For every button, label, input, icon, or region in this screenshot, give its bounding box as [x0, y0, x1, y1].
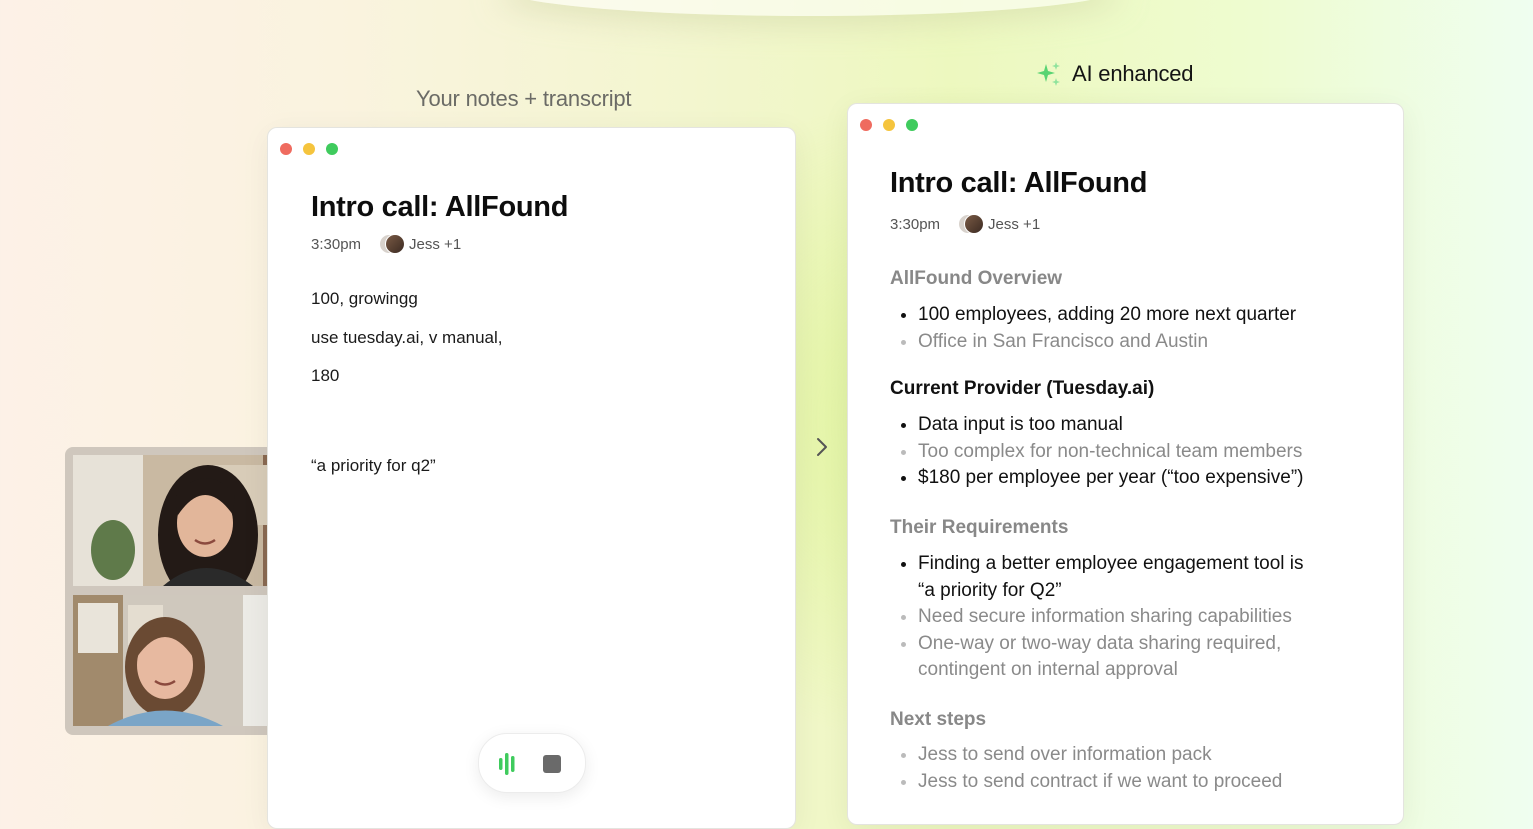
section-heading-next-steps: Next steps: [890, 709, 987, 730]
notes-window: Intro call: AllFound 3:30pm Jess +1 100,…: [267, 127, 796, 829]
list-item[interactable]: Jess to send contract if we want to proc…: [890, 769, 1350, 796]
avatar: [964, 214, 985, 234]
window-controls: [860, 119, 918, 131]
section-heading-provider: Current Provider (Tuesday.ai): [890, 378, 1155, 399]
attendee-list[interactable]: Jess +1: [988, 216, 1040, 233]
section-heading-overview: AllFound Overview: [890, 268, 1063, 289]
note-meta: 3:30pm Jess +1: [311, 234, 461, 254]
caption-your-notes: Your notes + transcript: [416, 86, 632, 111]
attendee-list[interactable]: Jess +1: [409, 236, 461, 253]
note-line[interactable]: 180: [311, 366, 339, 386]
section-list-next-steps: Jess to send over information pack Jess …: [890, 742, 1350, 795]
meeting-time: 3:30pm: [311, 235, 362, 253]
meeting-time: 3:30pm: [890, 215, 941, 233]
section-list-provider: Data input is too manual Too complex for…: [890, 412, 1350, 492]
close-window-button[interactable]: [860, 119, 872, 131]
sparkle-icon: [1037, 62, 1060, 86]
attendee-avatars[interactable]: [379, 234, 406, 254]
note-line[interactable]: 100, growingg: [311, 289, 418, 309]
list-item[interactable]: Need secure information sharing capabili…: [890, 604, 1320, 631]
caption-ai-enhanced-label: AI enhanced: [1072, 61, 1194, 86]
maximize-window-button[interactable]: [906, 119, 918, 131]
section-list-requirements: Finding a better employee engagement too…: [890, 551, 1320, 684]
list-item[interactable]: Too complex for non-technical team membe…: [890, 439, 1350, 466]
minimize-window-button[interactable]: [883, 119, 895, 131]
list-item[interactable]: Finding a better employee engagement too…: [890, 551, 1320, 604]
list-item[interactable]: 100 employees, adding 20 more next quart…: [890, 302, 1350, 329]
recording-controls: [478, 733, 586, 793]
list-item[interactable]: Data input is too manual: [890, 412, 1350, 439]
section-heading-requirements: Their Requirements: [890, 517, 1069, 538]
note-line[interactable]: use tuesday.ai, v manual,: [311, 328, 503, 348]
list-item[interactable]: Jess to send over information pack: [890, 742, 1350, 769]
note-line[interactable]: “a priority for q2”: [311, 456, 436, 476]
audio-bars-icon[interactable]: [499, 753, 519, 775]
list-item[interactable]: One-way or two-way data sharing required…: [890, 631, 1320, 684]
minimize-window-button[interactable]: [303, 143, 315, 155]
maximize-window-button[interactable]: [326, 143, 338, 155]
window-controls: [280, 143, 338, 155]
enhanced-note-title: Intro call: AllFound: [890, 167, 1148, 199]
enhanced-note-meta: 3:30pm Jess +1: [890, 214, 1040, 234]
stop-icon[interactable]: [543, 755, 561, 773]
note-title: Intro call: AllFound: [311, 191, 569, 223]
attendee-avatars[interactable]: [958, 214, 985, 234]
enhanced-notes-window: Intro call: AllFound 3:30pm Jess +1 AllF…: [847, 103, 1404, 825]
section-list-overview: 100 employees, adding 20 more next quart…: [890, 302, 1350, 355]
avatar: [385, 234, 406, 254]
chevron-right-icon: [817, 438, 827, 456]
list-item[interactable]: $180 per employee per year (“too expensi…: [890, 465, 1350, 492]
close-window-button[interactable]: [280, 143, 292, 155]
caption-ai-enhanced: AI enhanced: [1036, 61, 1194, 87]
decorative-glow: [500, 0, 1120, 16]
list-item[interactable]: Office in San Francisco and Austin: [890, 329, 1350, 356]
